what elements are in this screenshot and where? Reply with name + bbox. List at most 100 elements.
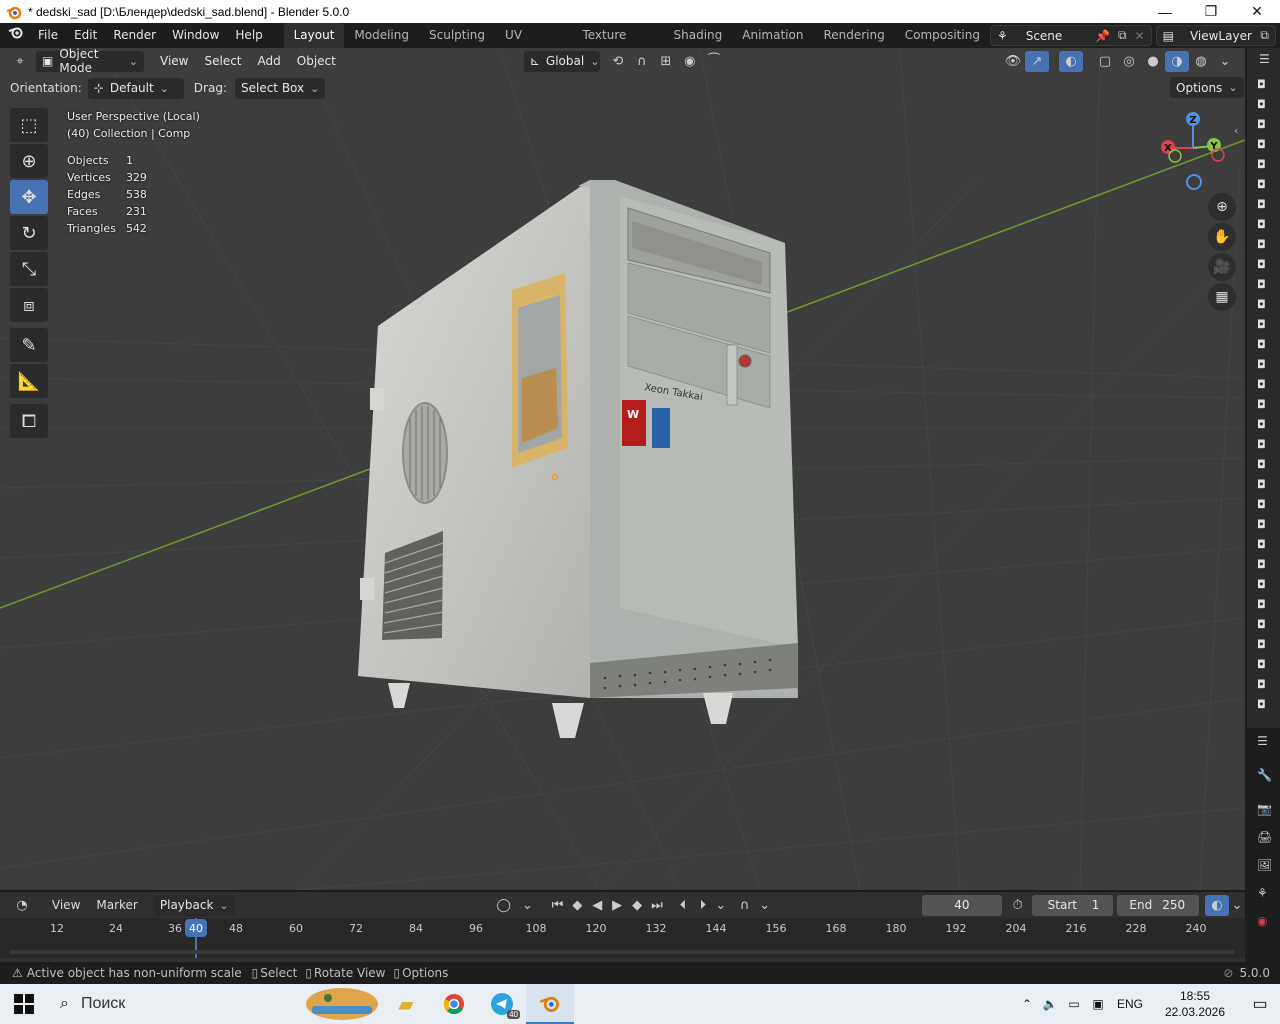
- render-toggle-icon[interactable]: ◘: [1257, 218, 1266, 231]
- render-toggle-icon[interactable]: ◘: [1257, 178, 1266, 191]
- minimize-button[interactable]: —: [1142, 0, 1188, 23]
- snap-icon[interactable]: ∩: [630, 51, 654, 72]
- search-highlight-image[interactable]: [302, 984, 382, 1024]
- scale-tool-icon[interactable]: ⤡: [10, 252, 48, 286]
- blender-taskbar-icon[interactable]: [526, 984, 574, 1024]
- file-explorer-icon[interactable]: ▰: [382, 984, 430, 1024]
- timeline-scrollbar[interactable]: [10, 950, 1235, 954]
- add-cube-tool-icon[interactable]: ⧠: [10, 404, 48, 438]
- editor-type-icon[interactable]: ⌖: [8, 51, 32, 72]
- pivot-point-icon[interactable]: ⟲: [606, 51, 630, 72]
- language-indicator[interactable]: ENG: [1110, 984, 1150, 1024]
- tab-compositing[interactable]: Compositing: [895, 23, 990, 48]
- scene-properties-icon[interactable]: ⚘: [1257, 886, 1268, 900]
- telegram-icon[interactable]: 40: [478, 984, 526, 1024]
- cursor-tool-icon[interactable]: ⊕: [10, 144, 48, 178]
- render-toggle-icon[interactable]: ◘: [1257, 538, 1266, 551]
- render-toggle-icon[interactable]: ◘: [1257, 238, 1266, 251]
- viewport-menu-view[interactable]: View: [152, 54, 196, 68]
- render-toggle-icon[interactable]: ◘: [1257, 78, 1266, 91]
- render-toggle-icon[interactable]: ◘: [1257, 518, 1266, 531]
- zoom-icon[interactable]: ⊕: [1208, 193, 1236, 221]
- render-toggle-icon[interactable]: ◘: [1257, 198, 1266, 211]
- world-properties-icon[interactable]: ◉: [1257, 914, 1267, 928]
- timeline-editor-type-icon[interactable]: ◔: [10, 895, 34, 916]
- next-marker-icon[interactable]: ⏵: [693, 895, 713, 916]
- visibility-icon[interactable]: 👁: [1001, 51, 1025, 72]
- transform-tool-icon[interactable]: ⧈: [10, 288, 48, 322]
- measure-tool-icon[interactable]: 📐: [10, 364, 48, 398]
- tab-shading[interactable]: Shading: [664, 23, 733, 48]
- viewport-menu-select[interactable]: Select: [196, 54, 249, 68]
- render-toggle-icon[interactable]: ◘: [1257, 618, 1266, 631]
- render-toggle-icon[interactable]: ◘: [1257, 498, 1266, 511]
- tab-rendering[interactable]: Rendering: [813, 23, 894, 48]
- orientation-dropdown[interactable]: ⊹ Default: [87, 77, 184, 99]
- menu-file[interactable]: File: [30, 23, 66, 48]
- display-icon[interactable]: ▣: [1086, 984, 1110, 1024]
- jump-start-icon[interactable]: ⏮: [547, 895, 567, 916]
- render-toggle-icon[interactable]: ◘: [1257, 138, 1266, 151]
- current-frame-field[interactable]: 40: [922, 894, 1002, 916]
- playback-dropdown[interactable]: Playback: [153, 894, 235, 916]
- timeline-ruler[interactable]: 12 24 36 40 48 60 72 84 96 108 120 132 1…: [0, 918, 1245, 958]
- shading-material-icon[interactable]: ◑: [1165, 50, 1189, 72]
- timeline-menu-marker[interactable]: Marker: [96, 898, 137, 912]
- maximize-button[interactable]: ❐: [1188, 0, 1234, 23]
- play-icon[interactable]: ▶: [607, 895, 627, 916]
- drag-dropdown[interactable]: Select Box: [234, 77, 326, 99]
- viewport-menu-add[interactable]: Add: [250, 54, 289, 68]
- delete-scene-icon[interactable]: ✕: [1135, 29, 1145, 43]
- jump-end-icon[interactable]: ⏭: [647, 895, 667, 916]
- render-toggle-icon[interactable]: ◘: [1257, 698, 1266, 711]
- tab-modeling[interactable]: Modeling: [344, 23, 419, 48]
- view-layer-properties-icon[interactable]: 🖼: [1257, 858, 1272, 872]
- keyframe-filter-icon[interactable]: ⌄: [713, 895, 729, 916]
- render-toggle-icon[interactable]: ◘: [1257, 638, 1266, 651]
- render-toggle-icon[interactable]: ◘: [1257, 458, 1266, 471]
- notifications-icon[interactable]: ▭: [1240, 984, 1280, 1024]
- render-toggle-icon[interactable]: ◘: [1257, 658, 1266, 671]
- select-box-tool-icon[interactable]: ⬚: [10, 108, 48, 142]
- render-toggle-icon[interactable]: ◘: [1257, 118, 1266, 131]
- render-toggle-icon[interactable]: ◘: [1257, 438, 1266, 451]
- viewport-menu-object[interactable]: Object: [289, 54, 344, 68]
- clock[interactable]: 18:55 22.03.2026: [1150, 984, 1240, 1024]
- snap-frames-options-icon[interactable]: ⌄: [757, 895, 773, 916]
- new-scene-icon[interactable]: ⧉: [1118, 28, 1127, 43]
- tray-overflow-icon[interactable]: ⌃: [1016, 984, 1038, 1024]
- preview-range-icon[interactable]: ⏱: [1006, 895, 1030, 916]
- render-toggle-icon[interactable]: ◘: [1257, 578, 1266, 591]
- gizmo-toggle-icon[interactable]: ↗: [1025, 50, 1049, 72]
- render-toggle-icon[interactable]: ◘: [1257, 358, 1266, 371]
- tab-uv-editing[interactable]: UV Editing: [495, 23, 572, 67]
- options-dropdown[interactable]: Options: [1170, 77, 1244, 98]
- xray-icon[interactable]: ▢: [1093, 51, 1117, 72]
- timeline-options-icon[interactable]: ⌄: [1229, 895, 1245, 916]
- transform-orientation-dropdown[interactable]: ⊾ Global: [523, 50, 600, 72]
- taskbar-search-box[interactable]: ⌕ Поиск: [48, 984, 248, 1024]
- timeline-menu-view[interactable]: View: [52, 898, 80, 912]
- volume-icon[interactable]: 🔈: [1038, 984, 1062, 1024]
- object-mode-dropdown[interactable]: ▣ Object Mode: [36, 48, 144, 75]
- next-keyframe-icon[interactable]: ◆: [627, 895, 647, 916]
- render-toggle-icon[interactable]: ◘: [1257, 418, 1266, 431]
- render-toggle-icon[interactable]: ◘: [1257, 318, 1266, 331]
- close-button[interactable]: ✕: [1234, 0, 1280, 23]
- render-toggle-icon[interactable]: ◘: [1257, 398, 1266, 411]
- render-toggle-icon[interactable]: ◘: [1257, 478, 1266, 491]
- output-properties-icon[interactable]: 🖨: [1257, 830, 1272, 844]
- overlay-toggle-icon[interactable]: ◐: [1059, 50, 1083, 72]
- start-frame-field[interactable]: Start 1: [1031, 894, 1114, 916]
- keying-options-icon[interactable]: ⌄: [516, 895, 540, 916]
- snap-frames-icon[interactable]: ∩: [733, 895, 757, 916]
- chrome-icon[interactable]: [430, 984, 478, 1024]
- tab-animation[interactable]: Animation: [732, 23, 813, 48]
- tool-properties-icon[interactable]: 🔧: [1257, 768, 1272, 782]
- tab-layout[interactable]: Layout: [283, 23, 345, 48]
- shading-wireframe-icon[interactable]: ◎: [1117, 51, 1141, 72]
- render-toggle-icon[interactable]: ◘: [1257, 558, 1266, 571]
- prev-keyframe-icon[interactable]: ◆: [567, 895, 587, 916]
- new-viewlayer-icon[interactable]: ⧉: [1260, 28, 1269, 43]
- end-frame-field[interactable]: End 250: [1117, 894, 1200, 916]
